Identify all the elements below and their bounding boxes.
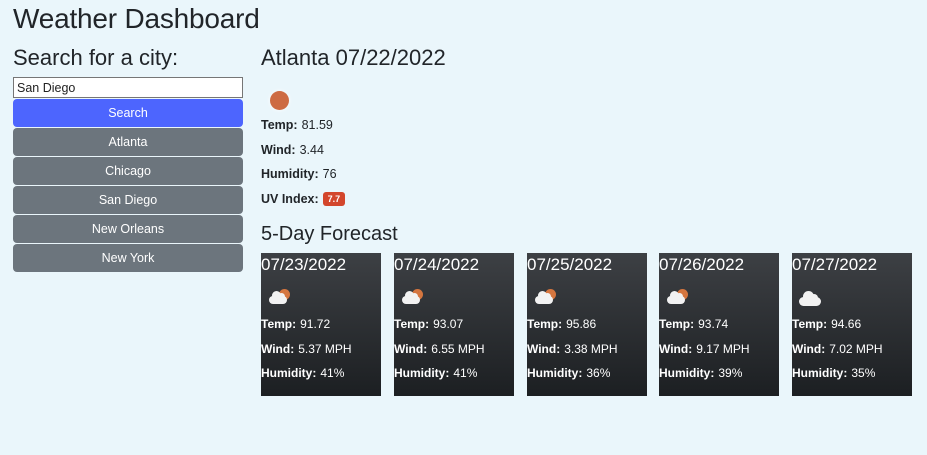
sun-icon [261, 77, 301, 113]
history-button-new-orleans[interactable]: New Orleans [13, 215, 243, 243]
forecast-wind: Wind: 3.38 MPH [527, 341, 618, 356]
forecast-card: 07/27/2022 Temp: 94.66 Wind: 7.02 MPH Humi… [792, 253, 912, 396]
forecast-date: 07/24/2022 [394, 255, 480, 274]
forecast-humidity: Humidity: 36% [527, 366, 611, 380]
forecast-temp: Temp: 93.07 [394, 317, 464, 331]
forecast-card: 07/24/2022 Temp: 93.07 Wind: 6.55 MPH Humi… [394, 253, 514, 396]
current-wind: Wind: 3.44 [261, 142, 324, 157]
app-title: Weather Dashboard [13, 3, 260, 34]
forecast-card: 07/26/2022 Temp: 93.74 Wind: 9.17 MPH Humi… [659, 253, 779, 396]
history-button-atlanta[interactable]: Atlanta [13, 128, 243, 156]
partly-cloudy-icon [394, 276, 434, 312]
current-uv-index: UV Index: 7.7 [261, 187, 446, 212]
forecast-wind: Wind: 6.55 MPH [394, 341, 485, 356]
current-city-date: Atlanta 07/22/2022 [261, 45, 446, 70]
forecast-humidity: Humidity: 41% [394, 366, 478, 380]
current-humidity: Humidity: 76 [261, 167, 337, 181]
city-search-input[interactable] [13, 77, 243, 98]
forecast-humidity: Humidity: 39% [659, 366, 743, 380]
forecast-wind: Wind: 7.02 MPH [792, 341, 883, 356]
uv-badge: 7.7 [322, 191, 346, 206]
search-button[interactable]: Search [13, 99, 243, 127]
search-sidebar: Search for a city: Search Atlanta Chicag… [13, 44, 243, 272]
partly-cloudy-icon [261, 276, 301, 312]
forecast-card: 07/25/2022 Temp: 95.86 Wind: 3.38 MPH Humi… [527, 253, 647, 396]
forecast-date: 07/26/2022 [659, 255, 745, 274]
history-button-san-diego[interactable]: San Diego [13, 186, 243, 214]
forecast-temp: Temp: 91.72 [261, 317, 331, 331]
forecast-humidity: Humidity: 41% [261, 366, 345, 380]
forecast-temp: Temp: 93.74 [659, 317, 729, 331]
partly-cloudy-icon [527, 276, 567, 312]
current-temp: Temp: 81.59 [261, 118, 333, 132]
forecast-temp: Temp: 94.66 [792, 317, 862, 331]
forecast-date: 07/23/2022 [261, 255, 347, 274]
cloudy-icon [792, 276, 832, 312]
forecast-humidity: Humidity: 35% [792, 366, 876, 380]
history-button-chicago[interactable]: Chicago [13, 157, 243, 185]
forecast-heading: 5-Day Forecast [261, 223, 398, 245]
history-button-new-york[interactable]: New York [13, 244, 243, 272]
forecast-temp: Temp: 95.86 [527, 317, 597, 331]
search-heading: Search for a city: [13, 45, 179, 70]
partly-cloudy-icon [659, 276, 699, 312]
forecast-date: 07/27/2022 [792, 255, 878, 274]
forecast-date: 07/25/2022 [527, 255, 613, 274]
current-weather: Atlanta 07/22/2022 Temp: 81.59 Wind: 3.44 … [261, 44, 446, 211]
forecast-wind: Wind: 9.17 MPH [659, 341, 750, 356]
forecast-wind: Wind: 5.37 MPH [261, 341, 352, 356]
forecast-card: 07/23/2022 Temp: 91.72 Wind: 5.37 MPH Humi… [261, 253, 381, 396]
